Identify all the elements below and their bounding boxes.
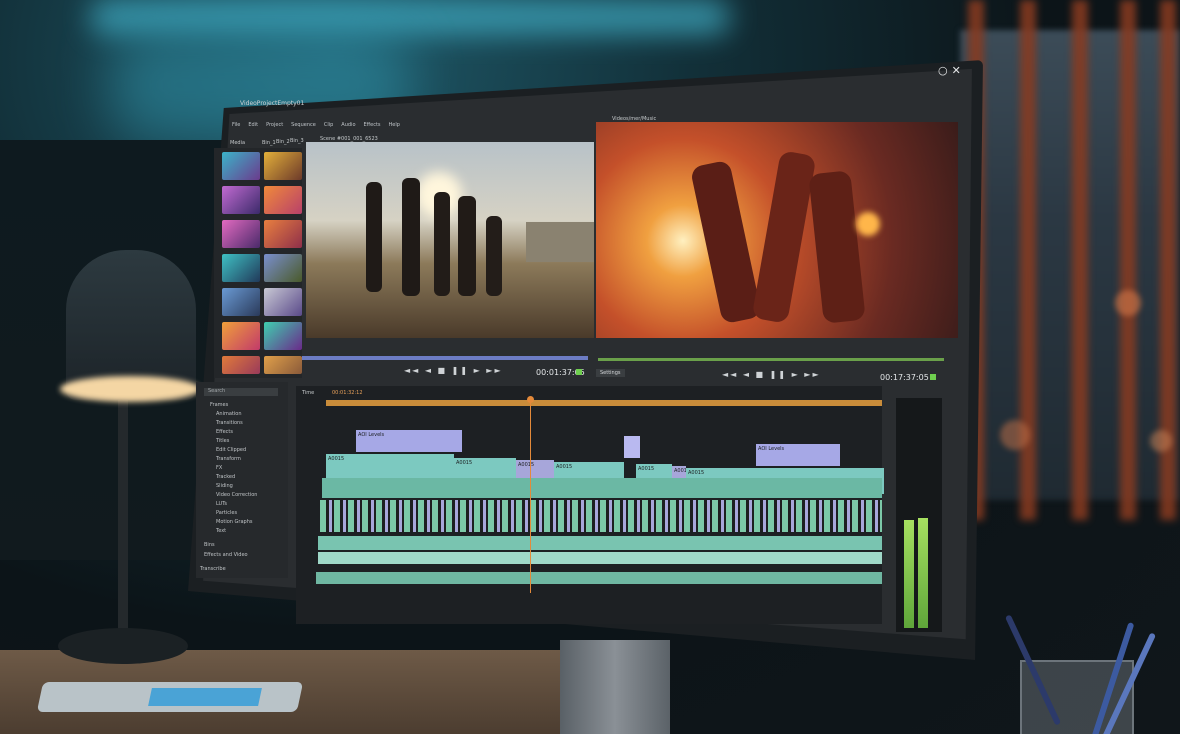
raised-hand xyxy=(751,150,817,324)
folder-item[interactable]: Titles xyxy=(216,438,229,444)
silhouette-person xyxy=(402,178,420,296)
lamp-pole xyxy=(118,380,128,640)
project-footer: Transcribe xyxy=(200,566,226,572)
menu-item-help[interactable]: Help xyxy=(389,122,400,128)
folder-item[interactable]: Frames xyxy=(210,402,228,408)
media-thumbnail[interactable] xyxy=(264,254,302,282)
program-scrub-bar[interactable] xyxy=(598,358,944,361)
lens-flare xyxy=(856,212,880,236)
media-thumbnail[interactable] xyxy=(222,356,260,374)
waveform-track[interactable] xyxy=(320,500,882,532)
playhead[interactable] xyxy=(530,398,531,593)
window-bar xyxy=(1120,0,1136,520)
menu-item-effects[interactable]: Effects xyxy=(364,122,381,128)
timeline-label: Time xyxy=(302,390,315,396)
folder-item[interactable]: FX xyxy=(216,465,222,471)
media-panel-title: Media xyxy=(230,140,246,146)
source-status-indicator xyxy=(576,369,582,375)
lamp-glow xyxy=(60,376,200,402)
tab-bin-3[interactable]: Bin_3 xyxy=(290,138,304,144)
silhouette-person xyxy=(434,192,450,296)
bokeh-light xyxy=(1000,420,1030,450)
timeline-timecode: 00:01:32:12 xyxy=(332,390,363,396)
app-title: VideoProjectEmpty01 xyxy=(240,100,305,107)
tab-bin-2[interactable]: Bin_2 xyxy=(276,139,290,145)
folder-item[interactable]: Particles xyxy=(216,510,237,516)
audio-meter xyxy=(896,398,942,632)
timeline-clip[interactable] xyxy=(624,436,640,458)
meter-level-right xyxy=(918,518,928,628)
media-thumbnail[interactable] xyxy=(264,220,302,248)
silhouette-person xyxy=(458,196,476,296)
raised-hand xyxy=(689,159,763,325)
folder-item[interactable]: Sliding xyxy=(216,483,233,489)
folder-item[interactable]: Effects xyxy=(216,429,233,435)
media-thumbnail[interactable] xyxy=(264,322,302,350)
media-thumbnail[interactable] xyxy=(222,288,260,316)
folder-item[interactable]: Tracked xyxy=(216,474,235,480)
media-thumbnail[interactable] xyxy=(264,288,302,316)
menu-item-clip[interactable]: Clip xyxy=(324,122,333,128)
program-viewer[interactable] xyxy=(596,122,958,338)
neon-light xyxy=(90,0,730,34)
folder-item[interactable]: Motion Graphs xyxy=(216,519,252,525)
bokeh-light xyxy=(1115,290,1141,316)
media-thumbnail[interactable] xyxy=(264,356,302,374)
menu-item-sequence[interactable]: Sequence xyxy=(291,122,316,128)
source-playback-controls[interactable]: ◄◄ ◄ ■ ❚❚ ► ►► xyxy=(404,366,503,375)
timeline-ruler[interactable] xyxy=(326,400,882,406)
window-bar xyxy=(1072,0,1088,520)
folder-item[interactable]: Transitions xyxy=(216,420,243,426)
media-thumbnail[interactable] xyxy=(264,186,302,214)
program-timecode: 00:17:37:05 xyxy=(880,373,929,382)
silhouette-person xyxy=(486,216,502,296)
program-playback-controls[interactable]: ◄◄ ◄ ■ ❚❚ ► ►► xyxy=(722,370,821,379)
folder-item[interactable]: Edit Clipped xyxy=(216,447,246,453)
timeline-clip[interactable]: A0015 xyxy=(326,454,454,480)
folder-item[interactable]: Text xyxy=(216,528,226,534)
folder-item[interactable]: Bins xyxy=(204,542,215,548)
background-window xyxy=(960,30,1180,500)
media-thumbnail[interactable] xyxy=(222,186,260,214)
media-thumbnail[interactable] xyxy=(222,322,260,350)
audio-track[interactable] xyxy=(316,572,882,584)
tablet-screen xyxy=(148,688,262,706)
folder-item[interactable]: LUTs xyxy=(216,501,227,507)
meter-level-left xyxy=(904,520,914,628)
menu-item-file[interactable]: File xyxy=(232,122,240,128)
media-thumbnail[interactable] xyxy=(222,220,260,248)
timeline-clip[interactable]: AOI Levels xyxy=(756,444,840,466)
folder-item[interactable]: Video Correction xyxy=(216,492,257,498)
media-thumbnail[interactable] xyxy=(264,152,302,180)
menu-item-audio[interactable]: Audio xyxy=(341,122,355,128)
lamp-base xyxy=(58,628,188,664)
audio-track[interactable] xyxy=(318,536,882,550)
tab-bin-1[interactable]: Bin_1 xyxy=(262,140,276,146)
program-status-indicator xyxy=(930,374,936,380)
source-scrub-bar[interactable] xyxy=(302,356,588,360)
folder-item[interactable]: Transform xyxy=(216,456,241,462)
raised-hand xyxy=(808,170,866,324)
silhouette-person xyxy=(366,182,382,292)
media-thumbnail[interactable] xyxy=(222,152,260,180)
media-bin xyxy=(214,148,302,378)
source-viewer[interactable] xyxy=(306,142,594,338)
window-controls[interactable]: ○✕ xyxy=(938,64,965,77)
settings-button[interactable]: Settings xyxy=(596,369,625,377)
monitor-stand xyxy=(560,640,670,734)
menu-item-edit[interactable]: Edit xyxy=(248,122,258,128)
folder-item[interactable]: Animation xyxy=(216,411,242,417)
menu-item-project[interactable]: Project xyxy=(266,122,283,128)
media-thumbnail[interactable] xyxy=(222,254,260,282)
folder-item[interactable]: Effects and Video xyxy=(204,552,248,558)
bokeh-light xyxy=(1150,430,1172,452)
audio-track-bar[interactable] xyxy=(322,478,882,498)
timeline-clip[interactable]: AOI Levels xyxy=(356,430,462,452)
menu-bar: File Edit Project Sequence Clip Audio Ef… xyxy=(232,122,400,128)
audio-track[interactable] xyxy=(318,552,882,564)
project-search-input[interactable]: Search xyxy=(204,388,278,396)
project-panel: Search Frames Animation Transitions Effe… xyxy=(196,382,288,578)
background-building xyxy=(526,222,594,262)
